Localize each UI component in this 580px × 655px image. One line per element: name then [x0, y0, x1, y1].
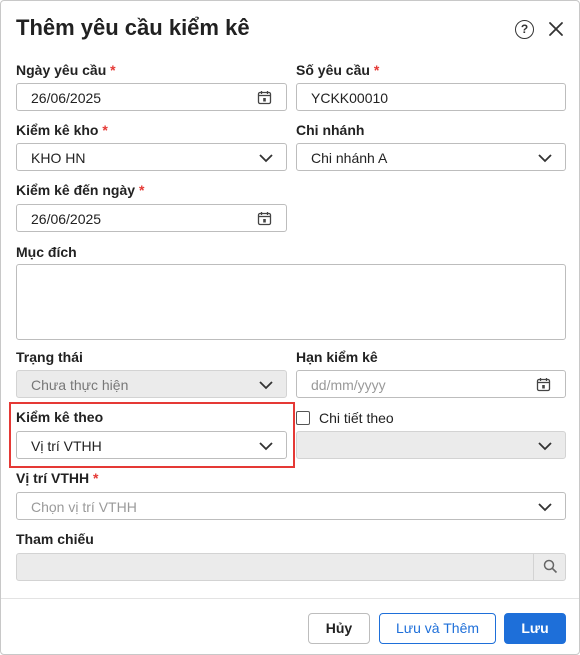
add-inventory-request-dialog: Thêm yêu cầu kiểm kê ? Ngày yêu cầu * 26… [0, 0, 580, 655]
deadline-placeholder: dd/mm/yyyy [311, 377, 386, 393]
chevron-down-icon [538, 154, 552, 163]
request-date-value: 26/06/2025 [31, 90, 102, 106]
deadline-field[interactable]: dd/mm/yyyy [296, 370, 566, 398]
request-number-label: Số yêu cầu * [296, 62, 380, 78]
search-icon [543, 559, 558, 574]
chevron-down-icon [538, 503, 552, 512]
location-placeholder: Chọn vị trí VTHH [31, 499, 137, 515]
save-and-add-button[interactable]: Lưu và Thêm [379, 613, 496, 644]
detail-by-select [296, 431, 566, 459]
reference-label: Tham chiếu [16, 531, 94, 547]
branch-value: Chi nhánh A [311, 150, 388, 166]
purpose-textarea[interactable] [16, 264, 566, 340]
warehouse-value: KHO HN [31, 150, 86, 166]
reference-field [16, 553, 566, 581]
branch-select[interactable]: Chi nhánh A [296, 143, 566, 171]
warehouse-label: Kiểm kê kho * [16, 122, 108, 138]
location-label: Vị trí VTHH * [16, 470, 99, 486]
dialog-title: Thêm yêu cầu kiểm kê [16, 15, 250, 40]
chevron-down-icon [259, 381, 273, 390]
calendar-icon[interactable] [257, 90, 272, 105]
request-date-field[interactable]: 26/06/2025 [16, 83, 287, 111]
request-date-label: Ngày yêu cầu * [16, 62, 116, 78]
save-button[interactable]: Lưu [504, 613, 566, 644]
status-select: Chưa thực hiện [16, 370, 287, 398]
close-icon[interactable] [546, 19, 566, 39]
highlight-box [9, 402, 295, 468]
warehouse-select[interactable]: KHO HN [16, 143, 287, 171]
status-label: Trạng thái [16, 349, 83, 365]
footer-divider [1, 598, 579, 599]
cancel-button[interactable]: Hủy [308, 613, 370, 644]
inventory-to-date-label: Kiểm kê đến ngày * [16, 182, 145, 198]
detail-by-checkbox[interactable] [296, 411, 310, 425]
help-icon[interactable]: ? [515, 20, 534, 39]
calendar-icon[interactable] [536, 377, 551, 392]
inventory-to-date-value: 26/06/2025 [31, 211, 102, 227]
detail-by-label: Chi tiết theo [319, 410, 394, 426]
reference-search-button[interactable] [533, 553, 566, 581]
branch-label: Chi nhánh [296, 122, 365, 138]
status-value: Chưa thực hiện [31, 377, 129, 393]
purpose-label: Mục đích [16, 244, 77, 260]
calendar-icon[interactable] [257, 211, 272, 226]
request-number-field[interactable]: YCKK00010 [296, 83, 566, 111]
inventory-to-date-field[interactable]: 26/06/2025 [16, 204, 287, 232]
chevron-down-icon [259, 154, 273, 163]
chevron-down-icon [538, 442, 552, 451]
location-select[interactable]: Chọn vị trí VTHH [16, 492, 566, 520]
request-number-value: YCKK00010 [311, 90, 389, 106]
deadline-label: Hạn kiểm kê [296, 349, 378, 365]
